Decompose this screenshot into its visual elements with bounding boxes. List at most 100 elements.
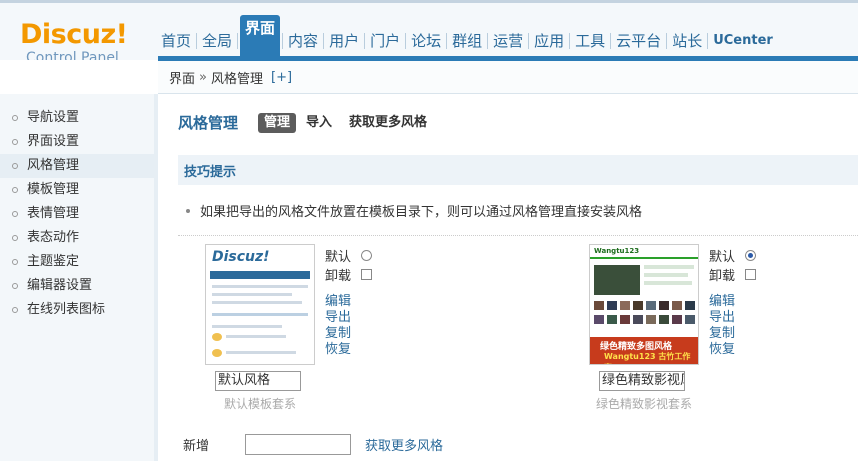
style-card-default: Discuz! 默认 卸载 编辑 导出 复制 恢复 默认风格 默认模板套系 bbox=[205, 244, 405, 412]
nav-separator bbox=[237, 33, 239, 49]
thumb-line bbox=[644, 273, 688, 277]
sidebar-item-8[interactable]: 在线列表图标 bbox=[0, 298, 154, 322]
template-kit-label: 默认模板套系 bbox=[223, 397, 296, 411]
sidebar-item-5[interactable]: 表态动作 bbox=[0, 226, 154, 250]
circle-bullet-icon bbox=[12, 163, 18, 169]
nav-item-label: 群组 bbox=[452, 32, 483, 50]
top-header: Discuz! Control Panel 首页 全局 界面 内容 用户 门户 论坛 群组 运营… bbox=[0, 0, 858, 66]
circle-bullet-icon bbox=[12, 307, 18, 313]
nav-item-8[interactable]: 运营 bbox=[490, 29, 526, 53]
style-thumbnail[interactable]: Wangtu123 绿色精致多图风格 Wangtu123 古竹工作 bbox=[589, 244, 699, 365]
sidebar-item-6[interactable]: 主题鉴定 bbox=[0, 250, 154, 274]
style-options: 默认 卸载 编辑 导出 复制 恢复 bbox=[325, 246, 372, 358]
nav-item-label: 全局 bbox=[202, 32, 233, 50]
nav-separator bbox=[666, 33, 668, 49]
default-option: 默认 bbox=[709, 246, 756, 265]
sidebar-item-label: 界面设置 bbox=[27, 134, 80, 149]
nav-item-6[interactable]: 论坛 bbox=[408, 29, 444, 53]
circle-bullet-icon bbox=[12, 235, 18, 241]
nav-separator bbox=[487, 33, 489, 49]
edit-link[interactable]: 编辑 bbox=[709, 294, 756, 310]
nav-item-10[interactable]: 工具 bbox=[572, 29, 608, 53]
nav-item-12[interactable]: 站长 bbox=[669, 29, 705, 53]
sidebar-item-label: 风格管理 bbox=[27, 158, 80, 173]
thumb-line bbox=[226, 351, 296, 354]
copy-link[interactable]: 复制 bbox=[325, 326, 372, 342]
tab-import[interactable]: 导入 bbox=[306, 113, 332, 133]
restore-link[interactable]: 恢复 bbox=[325, 342, 372, 358]
thumb-line bbox=[226, 335, 286, 338]
thumb-avatar bbox=[212, 349, 222, 357]
thumb-photo bbox=[672, 301, 682, 310]
uninstall-option: 卸载 bbox=[709, 265, 756, 284]
thumb-photo bbox=[672, 315, 682, 324]
sidebar-item-2[interactable]: 风格管理 bbox=[0, 154, 154, 178]
default-radio[interactable] bbox=[361, 250, 372, 261]
sidebar-item-4[interactable]: 表情管理 bbox=[0, 202, 154, 226]
nav-separator bbox=[405, 33, 407, 49]
sidebar-item-0[interactable]: 导航设置 bbox=[0, 106, 154, 130]
nav-item-7[interactable]: 群组 bbox=[449, 29, 485, 53]
thumb-photo bbox=[620, 315, 630, 324]
nav-separator bbox=[323, 33, 325, 49]
export-link[interactable]: 导出 bbox=[709, 310, 756, 326]
nav-item-label: 门户 bbox=[370, 32, 401, 50]
breadcrumb-separator: » bbox=[199, 69, 207, 85]
thumb-nav bbox=[210, 271, 310, 279]
get-more-styles-link[interactable]: 获取更多风格 bbox=[365, 435, 443, 454]
uninstall-option: 卸载 bbox=[325, 265, 372, 284]
nav-item-5[interactable]: 门户 bbox=[367, 29, 403, 53]
bullet-icon bbox=[186, 208, 190, 213]
nav-item-3[interactable]: 内容 bbox=[285, 29, 321, 53]
breadcrumb-root[interactable]: 界面 bbox=[169, 68, 195, 87]
style-name-input[interactable]: 默认风格 bbox=[215, 371, 301, 391]
tips-item: 如果把导出的风格文件放置在模板目录下，则可以通过风格管理直接安装风格 bbox=[186, 201, 642, 220]
tips-header: 技巧提示 bbox=[178, 155, 858, 185]
breadcrumb-current: 风格管理 bbox=[210, 71, 263, 87]
top-border bbox=[0, 0, 858, 3]
thumb-line bbox=[212, 313, 308, 316]
nav-item-11[interactable]: 云平台 bbox=[613, 29, 664, 53]
new-style-input[interactable] bbox=[245, 434, 352, 455]
template-kit-label: 绿色精致影视套系 bbox=[595, 397, 692, 411]
style-thumbnail[interactable]: Discuz! bbox=[205, 244, 315, 365]
tab-manage[interactable]: 管理 bbox=[258, 112, 297, 133]
copy-link[interactable]: 复制 bbox=[709, 326, 756, 342]
style-card-green-film: Wangtu123 绿色精致多图风格 Wangtu123 古竹工作 默认 卸载 … bbox=[589, 244, 789, 412]
thumb-photo bbox=[646, 301, 656, 310]
tab-get-more-styles[interactable]: 获取更多风格 bbox=[349, 113, 427, 133]
thumb-photo bbox=[633, 301, 643, 310]
nav-item-9[interactable]: 应用 bbox=[531, 29, 567, 53]
uninstall-checkbox[interactable] bbox=[361, 269, 372, 280]
sidebar-item-3[interactable]: 模板管理 bbox=[0, 178, 154, 202]
uninstall-label: 卸载 bbox=[709, 269, 736, 284]
thumb-logo: Discuz! bbox=[212, 249, 270, 265]
edit-link[interactable]: 编辑 bbox=[325, 294, 372, 310]
sidebar-item-1[interactable]: 界面设置 bbox=[0, 130, 154, 154]
nav-item-13[interactable]: UCenter bbox=[710, 29, 776, 53]
add-shortcut-button[interactable]: [+] bbox=[271, 70, 292, 85]
main-nav: 首页 全局 界面 内容 用户 门户 论坛 群组 运营 应用 工具 云平台 站长 UCenter bbox=[158, 15, 776, 57]
nav-separator bbox=[196, 33, 198, 49]
restore-link[interactable]: 恢复 bbox=[709, 342, 756, 358]
uninstall-checkbox[interactable] bbox=[745, 269, 756, 280]
thumb-banner: 绿色精致多图风格 Wangtu123 古竹工作室 bbox=[590, 337, 698, 364]
sidebar-item-7[interactable]: 编辑器设置 bbox=[0, 274, 154, 298]
style-name-input[interactable]: 绿色精致影视风 bbox=[599, 371, 685, 391]
nav-item-2[interactable]: 界面 bbox=[240, 15, 281, 57]
nav-separator bbox=[364, 33, 366, 49]
nav-item-1[interactable]: 全局 bbox=[199, 29, 235, 53]
style-actions: 编辑 导出 复制 恢复 bbox=[325, 294, 372, 358]
export-link[interactable]: 导出 bbox=[325, 310, 372, 326]
nav-item-0[interactable]: 首页 bbox=[158, 29, 194, 53]
nav-item-label: 云平台 bbox=[616, 32, 662, 50]
nav-item-4[interactable]: 用户 bbox=[326, 29, 362, 53]
thumb-photo bbox=[607, 301, 617, 310]
thumb-line bbox=[212, 285, 308, 288]
nav-item-label: 应用 bbox=[534, 32, 565, 50]
default-label: 默认 bbox=[325, 250, 352, 265]
add-label: 新增 bbox=[183, 439, 210, 454]
default-radio[interactable] bbox=[745, 250, 756, 261]
page-title: 风格管理 bbox=[178, 114, 239, 132]
circle-bullet-icon bbox=[12, 115, 18, 121]
